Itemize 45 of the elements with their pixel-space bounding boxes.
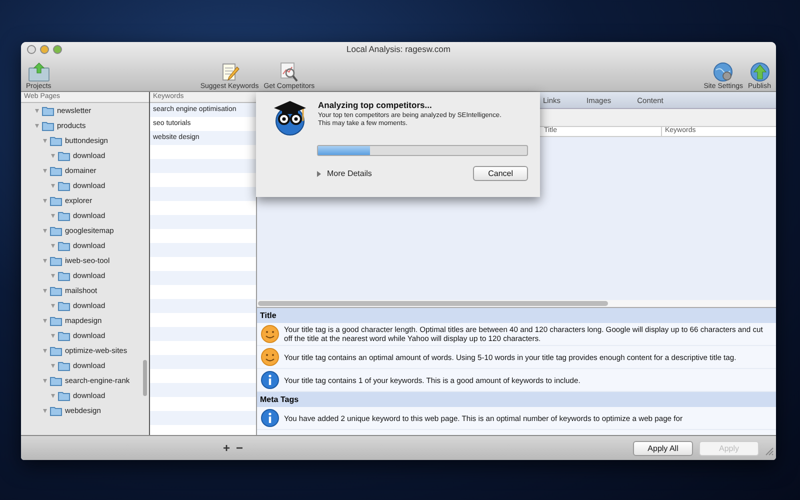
window-title: Local Analysis: ragesw.com: [346, 44, 450, 54]
zoom-button[interactable]: [53, 44, 62, 54]
folder-icon: [58, 180, 70, 190]
folder-icon: [50, 196, 62, 206]
smiley-icon: [261, 325, 279, 343]
close-button[interactable]: [27, 44, 36, 54]
folder-icon: [50, 406, 62, 416]
folder-arrow-icon: [28, 62, 50, 82]
notepad-pencil-icon: [220, 62, 240, 82]
minimize-button[interactable]: [40, 44, 49, 54]
folder-icon: [42, 106, 54, 116]
info-icon: [261, 371, 279, 389]
folder-icon: [50, 136, 62, 146]
folder-icon: [50, 316, 62, 326]
vertical-scrollbar[interactable]: [143, 360, 147, 396]
folder-icon: [58, 210, 70, 220]
more-details-toggle[interactable]: More Details: [317, 169, 372, 178]
magnifier-chart-icon: [279, 62, 300, 82]
globe-upload-icon: [750, 62, 770, 82]
folder-icon: [58, 300, 70, 310]
folder-icon: [50, 256, 62, 266]
folder-icon: [58, 270, 70, 280]
folder-icon: [50, 346, 62, 356]
folder-icon: [58, 150, 70, 160]
section-header: Meta Tags: [257, 392, 776, 407]
cancel-button[interactable]: Cancel: [473, 166, 528, 181]
section-header: Title: [257, 308, 776, 323]
globe-icon: [713, 62, 734, 82]
folder-icon: [58, 360, 70, 370]
horizontal-scrollbar[interactable]: [258, 301, 608, 306]
apply-button[interactable]: Apply All: [633, 440, 693, 456]
add-button[interactable]: +: [221, 441, 232, 455]
folder-icon: [50, 166, 62, 176]
folder-icon: [50, 226, 62, 236]
folder-icon: [58, 330, 70, 340]
folder-icon: [42, 120, 54, 130]
remove-button[interactable]: −: [234, 441, 246, 455]
dialog-title: Analyzing top competitors...: [318, 100, 433, 110]
smiley-icon: [261, 348, 279, 366]
resize-grip-icon[interactable]: [765, 446, 774, 456]
folder-icon: [50, 286, 62, 296]
folder-icon: [58, 390, 70, 400]
info-icon: [261, 409, 279, 427]
folder-icon: [58, 240, 70, 250]
folder-icon: [50, 376, 62, 386]
